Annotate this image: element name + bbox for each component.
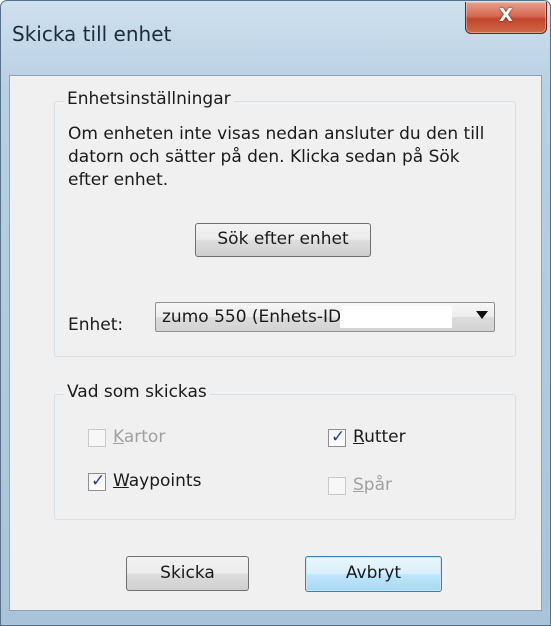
redaction-block [340, 306, 452, 328]
device-info-text: Om enheten inte visas nedan ansluter du … [68, 124, 485, 190]
checkmark-icon: ✓ [91, 471, 106, 491]
device-select-value: zumo 550 (Enhets-ID 33 [162, 307, 369, 327]
close-icon: X [499, 5, 513, 26]
cancel-button[interactable]: Avbryt [305, 556, 442, 592]
dialog-body: Enhetsinställningar Om enheten inte visa… [9, 75, 542, 611]
dialog-title: Skicka till enhet [12, 22, 172, 46]
checkbox-waypoints[interactable]: ✓ Waypoints [88, 471, 238, 497]
device-label: Enhet: [68, 315, 124, 335]
send-options-group: Vad som skickas Kartor ✓ Rutter ✓ Waypoi… [54, 382, 516, 520]
device-settings-group: Enhetsinställningar Om enheten inte visa… [54, 89, 516, 357]
checkbox-spar[interactable]: Spår [328, 475, 448, 501]
send-button[interactable]: Skicka [126, 556, 249, 591]
checkbox-label-spar: Spår [353, 475, 392, 495]
checkbox-label-rutter: Rutter [353, 427, 406, 447]
device-settings-group-label: Enhetsinställningar [64, 89, 234, 109]
checkbox-box [88, 429, 106, 447]
search-device-button[interactable]: Sök efter enhet [195, 223, 371, 257]
chevron-down-icon [476, 311, 488, 319]
checkbox-label-waypoints: Waypoints [113, 471, 202, 491]
title-bar[interactable]: Skicka till enhet X [1, 1, 550, 75]
checkmark-icon: ✓ [331, 427, 346, 447]
checkbox-rutter[interactable]: ✓ Rutter [328, 427, 448, 453]
send-to-device-dialog: Skicka till enhet X Enhetsinställningar … [0, 0, 551, 626]
checkbox-box: ✓ [328, 427, 346, 447]
checkbox-kartor[interactable]: Kartor [88, 427, 208, 453]
device-select[interactable]: zumo 550 (Enhets-ID 33 [155, 302, 495, 332]
checkbox-box [328, 477, 346, 495]
checkbox-box: ✓ [88, 471, 106, 491]
close-button[interactable]: X [465, 2, 547, 34]
checkbox-label-kartor: Kartor [113, 427, 166, 447]
send-options-group-label: Vad som skickas [64, 382, 210, 402]
